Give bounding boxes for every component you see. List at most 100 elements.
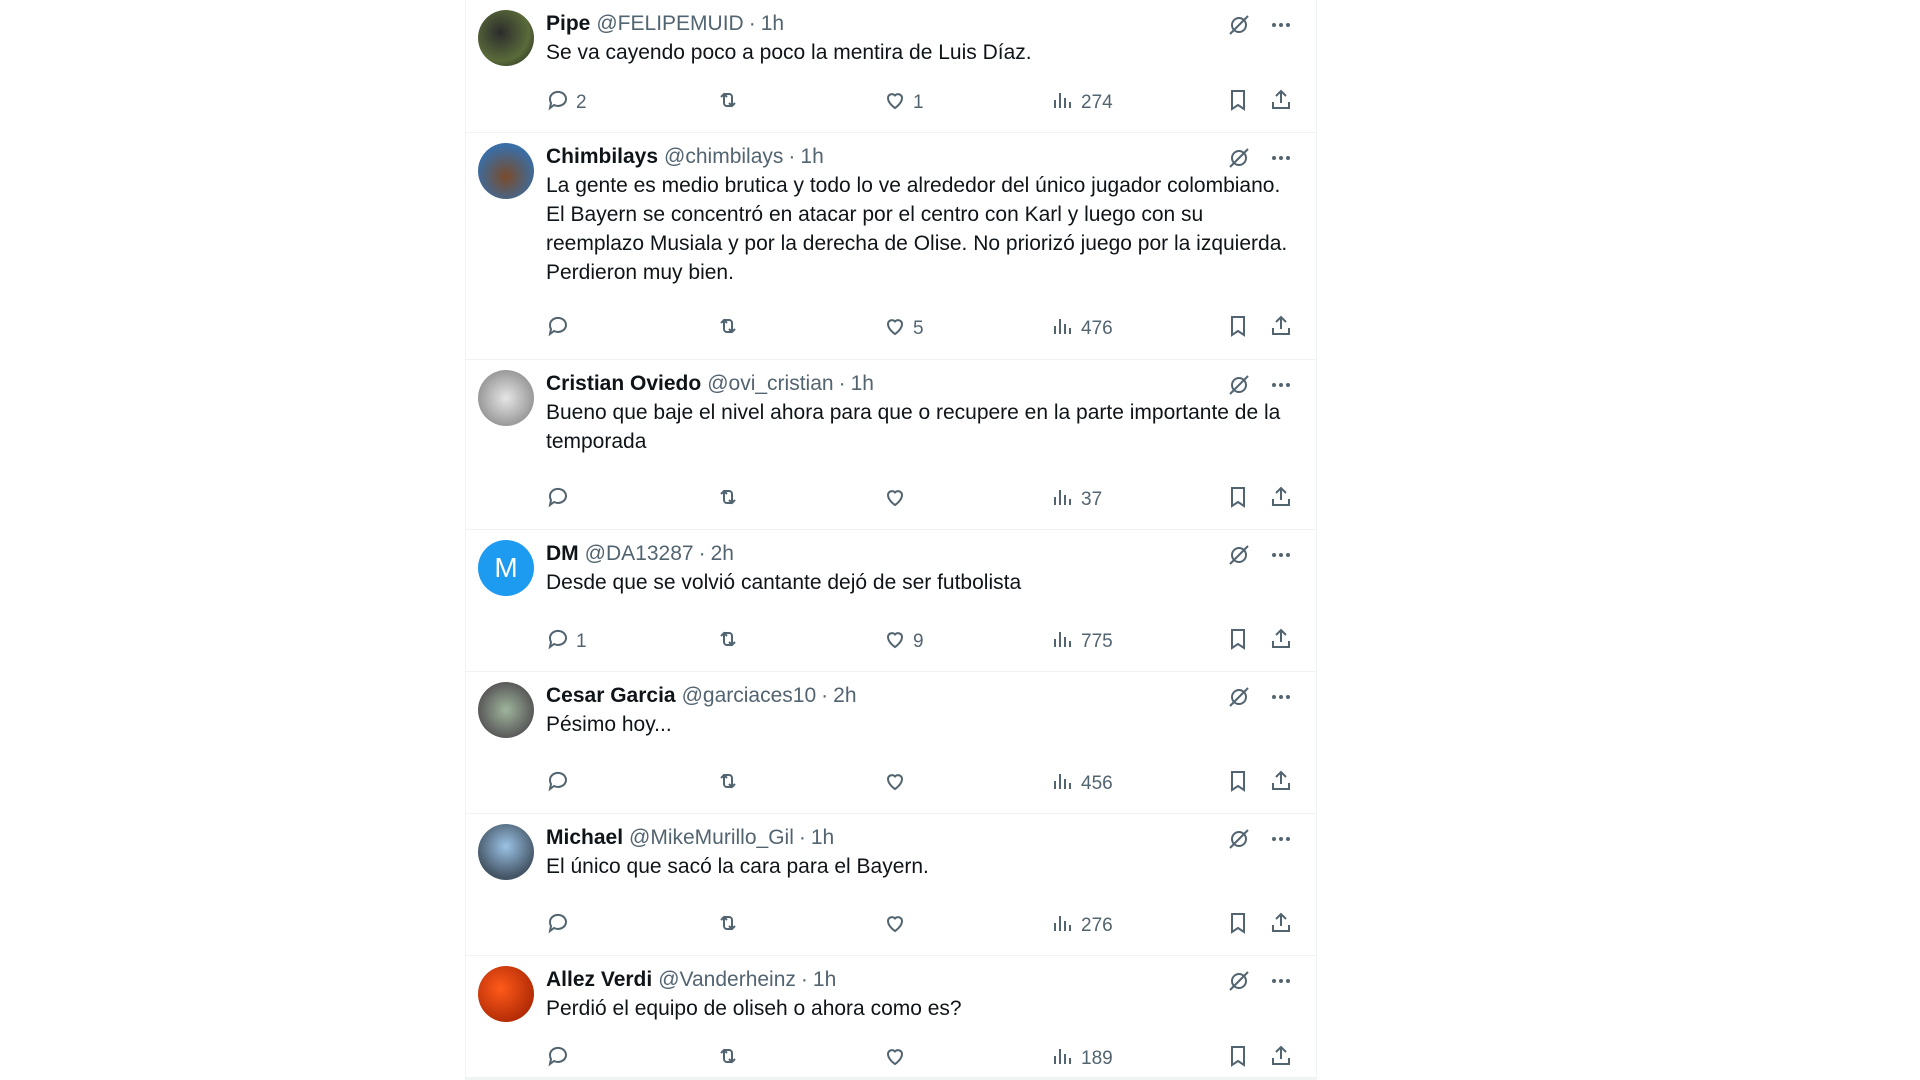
separator: · <box>748 12 756 35</box>
repost-button[interactable] <box>716 485 746 515</box>
views-button[interactable]: 775 <box>1051 627 1113 657</box>
display-name[interactable]: Cristian Oviedo <box>546 372 701 396</box>
reply-tweet[interactable]: M DM @DA13287 · 2h Desde que se volvió c… <box>466 530 1316 672</box>
repost-button[interactable] <box>716 1044 746 1074</box>
handle[interactable]: @garciaces10 <box>682 684 817 708</box>
timestamp[interactable]: 1h <box>800 145 823 169</box>
views-button[interactable]: 274 <box>1051 88 1113 118</box>
reply-button[interactable] <box>546 769 576 799</box>
reply-tweet[interactable]: Michael @MikeMurillo_Gil · 1h El único q… <box>466 814 1316 956</box>
repost-button[interactable] <box>716 314 746 344</box>
views-icon <box>1051 769 1075 799</box>
display-name[interactable]: Pipe <box>546 12 590 36</box>
handle[interactable]: @FELIPEMUID <box>596 12 743 36</box>
bookmark-button[interactable] <box>1226 1044 1250 1074</box>
timestamp[interactable]: 1h <box>813 968 836 992</box>
like-button[interactable]: 5 <box>883 314 924 344</box>
reply-tweet[interactable]: Allez Verdi @Vanderheinz · 1h Perdió el … <box>466 956 1316 1080</box>
more-icon[interactable] <box>1268 12 1294 38</box>
reply-button[interactable]: 2 <box>546 88 587 118</box>
views-button[interactable]: 37 <box>1051 485 1102 515</box>
more-icon[interactable] <box>1268 145 1294 171</box>
avatar[interactable] <box>478 143 534 199</box>
reply-button[interactable] <box>546 314 576 344</box>
more-icon[interactable] <box>1268 684 1294 710</box>
repost-button[interactable] <box>716 627 746 657</box>
share-button[interactable] <box>1269 88 1293 118</box>
avatar[interactable] <box>478 682 534 738</box>
bookmark-button[interactable] <box>1226 314 1250 344</box>
handle[interactable]: @ovi_cristian <box>707 372 833 396</box>
share-button[interactable] <box>1269 1044 1293 1074</box>
display-name[interactable]: Michael <box>546 826 623 850</box>
share-icon <box>1269 314 1293 344</box>
like-button[interactable] <box>883 485 913 515</box>
display-name[interactable]: Chimbilays <box>546 145 658 169</box>
grok-icon[interactable] <box>1226 826 1252 852</box>
views-button[interactable]: 189 <box>1051 1044 1113 1074</box>
more-icon[interactable] <box>1268 826 1294 852</box>
like-button[interactable]: 9 <box>883 627 924 657</box>
display-name[interactable]: DM <box>546 542 579 566</box>
share-button[interactable] <box>1269 314 1293 344</box>
bookmark-button[interactable] <box>1226 769 1250 799</box>
avatar[interactable] <box>478 10 534 66</box>
timestamp[interactable]: 1h <box>851 372 874 396</box>
reply-button[interactable] <box>546 1044 576 1074</box>
reply-button[interactable] <box>546 911 576 941</box>
avatar[interactable]: M <box>478 540 534 596</box>
share-button[interactable] <box>1269 769 1293 799</box>
more-icon[interactable] <box>1268 968 1294 994</box>
avatar[interactable] <box>478 824 534 880</box>
bookmark-icon <box>1226 88 1250 118</box>
repost-button[interactable] <box>716 911 746 941</box>
views-button[interactable]: 276 <box>1051 911 1113 941</box>
like-button[interactable] <box>883 911 913 941</box>
reply-button[interactable] <box>546 485 576 515</box>
reply-button[interactable]: 1 <box>546 627 587 657</box>
bookmark-icon <box>1226 769 1250 799</box>
grok-icon[interactable] <box>1226 145 1252 171</box>
avatar[interactable] <box>478 966 534 1022</box>
timestamp[interactable]: 2h <box>833 684 856 708</box>
like-button[interactable]: 1 <box>883 88 924 118</box>
handle[interactable]: @chimbilays <box>664 145 783 169</box>
handle[interactable]: @DA13287 <box>585 542 694 566</box>
bookmark-button[interactable] <box>1226 911 1250 941</box>
grok-icon[interactable] <box>1226 542 1252 568</box>
handle[interactable]: @Vanderheinz <box>658 968 796 992</box>
like-button[interactable] <box>883 769 913 799</box>
avatar[interactable] <box>478 370 534 426</box>
share-button[interactable] <box>1269 911 1293 941</box>
bookmark-button[interactable] <box>1226 88 1250 118</box>
timestamp[interactable]: 1h <box>811 826 834 850</box>
like-button[interactable] <box>883 1044 913 1074</box>
more-icon[interactable] <box>1268 372 1294 398</box>
views-button[interactable]: 476 <box>1051 314 1113 344</box>
separator: · <box>698 542 706 565</box>
display-name[interactable]: Cesar Garcia <box>546 684 676 708</box>
bookmark-button[interactable] <box>1226 485 1250 515</box>
like-icon <box>883 627 907 657</box>
repost-button[interactable] <box>716 769 746 799</box>
share-button[interactable] <box>1269 485 1293 515</box>
more-icon[interactable] <box>1268 542 1294 568</box>
reply-tweet[interactable]: Cristian Oviedo @ovi_cristian · 1h Bueno… <box>466 360 1316 530</box>
views-button[interactable]: 456 <box>1051 769 1113 799</box>
grok-icon[interactable] <box>1226 968 1252 994</box>
grok-icon[interactable] <box>1226 372 1252 398</box>
grok-icon[interactable] <box>1226 12 1252 38</box>
reply-tweet[interactable]: Cesar Garcia @garciaces10 · 2h Pésimo ho… <box>466 672 1316 814</box>
grok-icon[interactable] <box>1226 684 1252 710</box>
timestamp[interactable]: 2h <box>711 542 734 566</box>
share-icon <box>1269 485 1293 515</box>
handle[interactable]: @MikeMurillo_Gil <box>629 826 794 850</box>
reply-tweet[interactable]: Pipe @FELIPEMUID · 1h Se va cayendo poco… <box>466 0 1316 133</box>
reply-tweet[interactable]: Chimbilays @chimbilays · 1h La gente es … <box>466 133 1316 360</box>
share-button[interactable] <box>1269 627 1293 657</box>
timestamp[interactable]: 1h <box>761 12 784 36</box>
bookmark-button[interactable] <box>1226 627 1250 657</box>
display-name[interactable]: Allez Verdi <box>546 968 652 992</box>
view-count: 775 <box>1081 631 1113 652</box>
repost-button[interactable] <box>716 88 746 118</box>
